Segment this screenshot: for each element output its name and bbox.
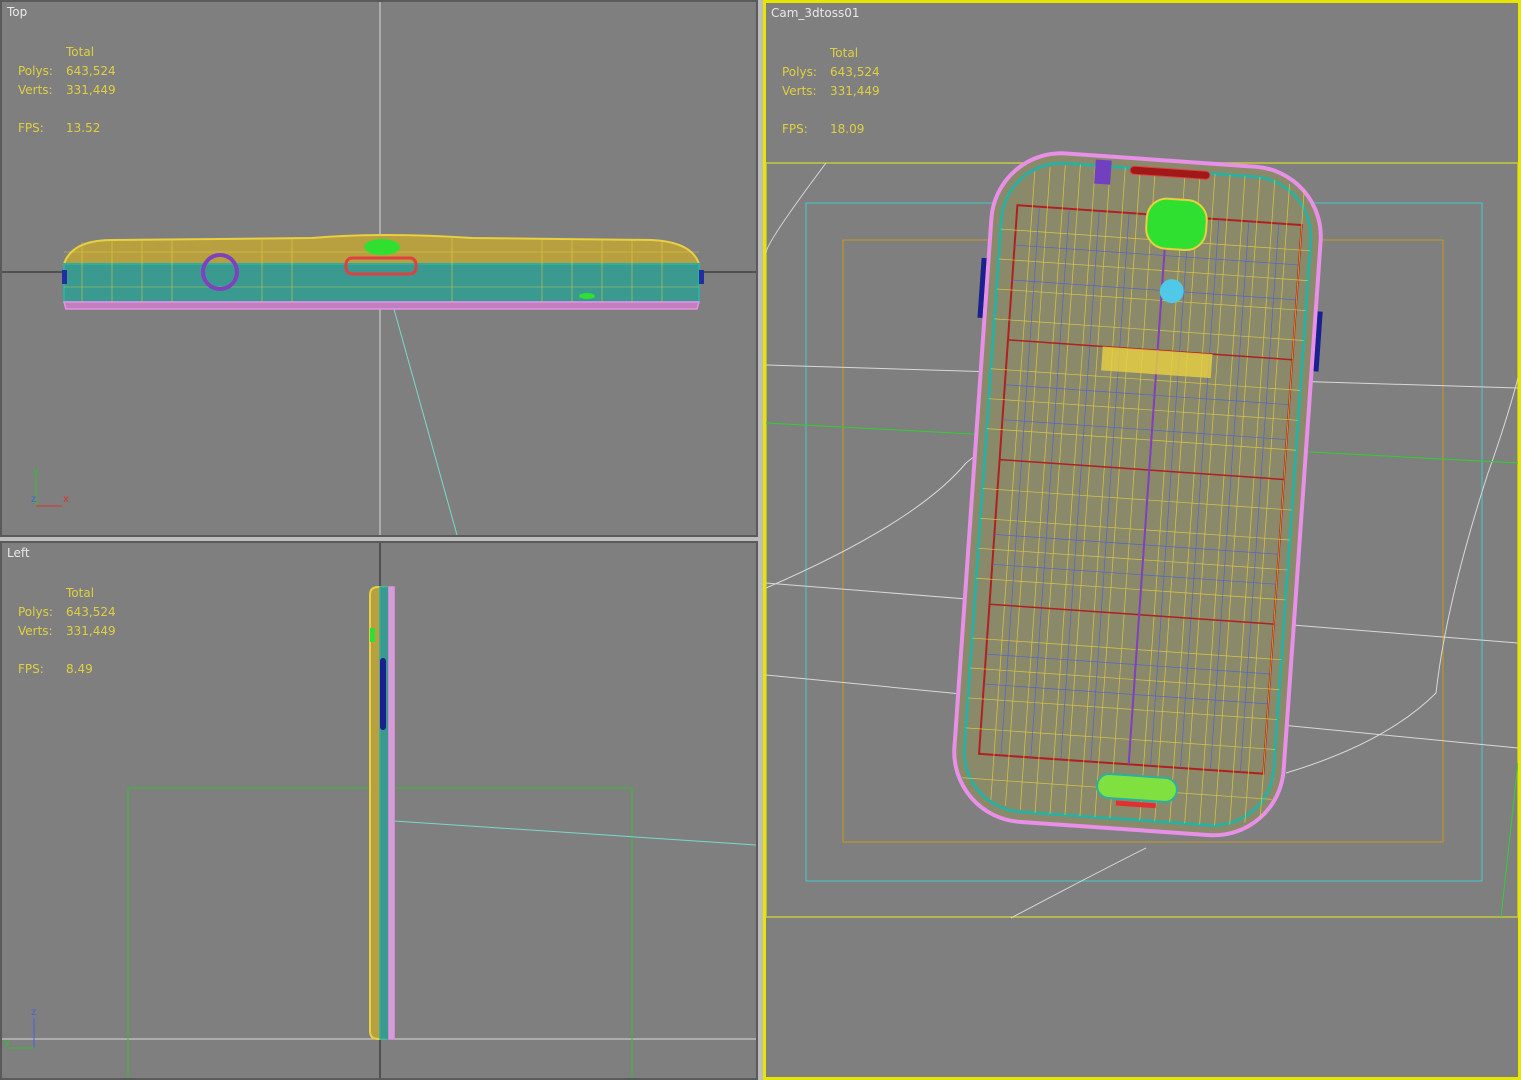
axis-center-label: y: [4, 1037, 10, 1048]
fps-value: 13.52: [66, 121, 101, 135]
phone-model-top: [62, 234, 704, 310]
viewport-label[interactable]: Left: [7, 546, 30, 560]
axis-center-label: z: [31, 494, 36, 505]
axis-gizmo: [35, 476, 62, 507]
verts-label: Verts:: [782, 84, 817, 98]
viewport-top[interactable]: y z x Top Total Polys: 643,524 Verts: 331,…: [0, 0, 758, 537]
polys-value: 643,524: [66, 605, 116, 619]
camera-line: [393, 820, 756, 846]
polys-value: 643,524: [66, 64, 116, 78]
fps-label: FPS:: [18, 121, 44, 135]
stats-header: Total: [66, 45, 95, 59]
viewport-label[interactable]: Top: [7, 5, 27, 19]
verts-value: 331,449: [66, 83, 116, 97]
polys-label: Polys:: [18, 64, 53, 78]
phone-model-side: [369, 586, 395, 1040]
verts-value: 331,449: [830, 84, 880, 98]
stats-overlay: Total Polys: 643,524 Verts: 331,449 FPS: 13…: [18, 43, 116, 138]
axis-gizmo: [8, 1018, 35, 1049]
fps-value: 18.09: [830, 122, 865, 136]
polys-label: Polys:: [782, 65, 817, 79]
verts-label: Verts:: [18, 83, 53, 97]
viewport-camera[interactable]: Cam_3dtoss01 Total Polys: 643,524 Verts: 3…: [763, 0, 1521, 1080]
polys-label: Polys:: [18, 605, 53, 619]
stats-overlay: Total Polys: 643,524 Verts: 331,449 FPS: 18…: [782, 44, 880, 139]
viewport-label[interactable]: Cam_3dtoss01: [771, 6, 860, 20]
axis-up-label: z: [31, 1007, 36, 1018]
stats-header: Total: [66, 586, 95, 600]
camera-scene: [766, 151, 1518, 919]
fps-value: 8.49: [66, 662, 93, 676]
verts-label: Verts:: [18, 624, 53, 638]
axis-right-label: x: [63, 494, 69, 505]
camera-green-line-2: [1500, 762, 1518, 918]
fps-label: FPS:: [782, 122, 808, 136]
polys-value: 643,524: [830, 65, 880, 79]
axis-up-label: y: [33, 466, 39, 477]
camera-line: [391, 301, 458, 535]
phone-model-perspective: [952, 151, 1323, 838]
stats-overlay: Total Polys: 643,524 Verts: 331,449 FPS: 8.…: [18, 584, 116, 679]
stats-header: Total: [830, 46, 859, 60]
verts-value: 331,449: [66, 624, 116, 638]
fps-label: FPS:: [18, 662, 44, 676]
viewport-left[interactable]: z y Left Total Polys: 643,524 Verts: 331,4…: [0, 541, 758, 1080]
